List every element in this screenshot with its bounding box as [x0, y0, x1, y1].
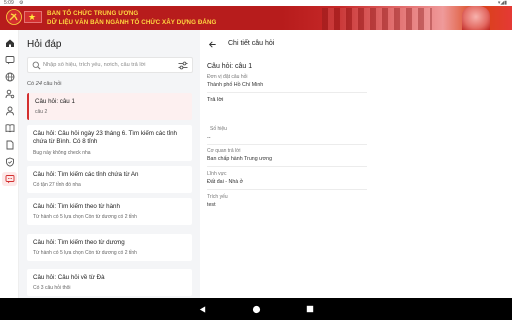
book-icon: [5, 124, 14, 133]
number-label: Số hiệu: [210, 126, 227, 132]
back-button[interactable]: [206, 38, 218, 50]
detail-card: Câu hỏi: câu 1 Đơn vị đặt câu hỏi Thành …: [200, 58, 512, 298]
question-item[interactable]: Câu hỏi: câu 1 câu 2: [27, 93, 192, 120]
divider: [207, 166, 367, 167]
nav-home[interactable]: [2, 36, 17, 50]
header-artwork: [282, 6, 512, 30]
system-nav-bar: [0, 298, 512, 320]
square-recents-icon: [306, 305, 314, 313]
person-settings-icon: [5, 89, 14, 99]
question-subtitle: Có 3 câu hỏi thôi: [33, 285, 71, 291]
nav-recents-button[interactable]: [304, 303, 316, 315]
question-item[interactable]: Câu hỏi: Câu hỏi về từ Đà Có 3 câu hỏi t…: [27, 269, 192, 296]
question-title: Câu hỏi: câu 1: [35, 98, 75, 105]
nav-shield[interactable]: [2, 155, 17, 169]
question-item[interactable]: Câu hỏi: Tìm kiếm các tỉnh chứa từ An Có…: [27, 166, 192, 193]
nav-book[interactable]: [2, 121, 17, 135]
nav-home-button[interactable]: [250, 303, 262, 315]
home-icon: [5, 39, 14, 47]
app-screen: 5:09 ⚙ ▾◢▮ ★ BAN TỔ CHỨC TRUNG ƯƠNG DỮ L…: [0, 0, 512, 320]
question-title: Câu hỏi: Tìm kiếm các tỉnh chứa từ An: [33, 171, 139, 178]
filter-icon[interactable]: [178, 61, 188, 70]
emblem-icon: [6, 9, 22, 25]
question-title: Câu hỏi: Câu hỏi về từ Đà: [33, 274, 105, 281]
divider: [207, 92, 367, 93]
question-detail-panel: Chi tiết câu hỏi Câu hỏi: câu 1 Đơn vị đ…: [200, 30, 512, 298]
unit-value: Thành phố Hồ Chí Minh: [207, 82, 264, 88]
count-value: 24: [35, 81, 42, 87]
field-value: Đất đai - Nhà ở: [207, 179, 244, 185]
search-icon: [32, 61, 41, 70]
chat-icon: [5, 56, 14, 65]
nav-rail: [0, 30, 19, 298]
search-input[interactable]: [43, 59, 175, 71]
nav-person-settings[interactable]: [2, 87, 17, 101]
nav-globe[interactable]: [2, 70, 17, 84]
nav-person[interactable]: [2, 104, 17, 118]
shield-icon: [5, 157, 14, 167]
agency-label: Cơ quan trả lời: [207, 148, 241, 154]
person-icon: [5, 106, 14, 116]
agency-value: Ban chấp hành Trung ương: [207, 156, 273, 162]
unit-label: Đơn vị đặt câu hỏi: [207, 74, 248, 80]
question-subtitle: Từ hành có 5 lựa chọn Còn từ dương có 2 …: [33, 214, 137, 220]
detail-title: Chi tiết câu hỏi: [228, 40, 275, 47]
nav-back-button[interactable]: [196, 303, 208, 315]
field-label: Lĩnh vực: [207, 171, 227, 177]
header-line-1: BAN TỔ CHỨC TRUNG ƯƠNG: [47, 10, 139, 17]
number-value: --: [207, 135, 211, 141]
question-subtitle: Bug này không check nha: [33, 150, 91, 156]
summary-label: Trích yếu: [207, 194, 228, 200]
search-box: [27, 57, 193, 73]
divider: [207, 189, 367, 190]
question-item[interactable]: Câu hỏi: Tìm kiếm theo từ dương Từ hành …: [27, 234, 192, 261]
question-subtitle: câu 2: [35, 109, 48, 115]
circle-home-icon: [252, 305, 260, 313]
count-suffix: câu hỏi: [43, 81, 62, 87]
qa-icon: [5, 175, 14, 184]
arrow-left-icon: [208, 40, 216, 48]
flag-icon: ★: [24, 11, 42, 23]
question-title: Câu hỏi: Câu hỏi ngày 23 tháng 6. Tìm ki…: [33, 130, 177, 145]
question-item[interactable]: Câu hỏi: Câu hỏi ngày 23 tháng 6. Tìm ki…: [27, 125, 192, 161]
summary-value: test: [207, 202, 216, 208]
page-title: Hỏi đáp: [27, 39, 62, 50]
question-list-panel: Hỏi đáp Có 24 câu hỏi Câu hỏi: câu 1 câu…: [19, 30, 200, 298]
question-title: Câu hỏi: Tìm kiếm theo từ dương: [33, 239, 125, 246]
nav-qa[interactable]: [2, 172, 17, 186]
question-item[interactable]: Câu hỏi: Tìm kiếm theo từ hành Từ hành c…: [27, 198, 192, 225]
app-header: ★ BAN TỔ CHỨC TRUNG ƯƠNG DỮ LIỆU VĂN BẢN…: [0, 6, 512, 30]
document-icon: [6, 140, 13, 150]
question-count: Có 24 câu hỏi: [27, 81, 62, 87]
globe-icon: [5, 72, 14, 82]
answer-section-title: Trả lời: [207, 97, 224, 103]
detail-question: Câu hỏi: câu 1: [207, 63, 253, 70]
divider: [207, 144, 367, 145]
question-subtitle: Có tận 27 tỉnh đó nha: [33, 182, 81, 188]
nav-chat[interactable]: [2, 53, 17, 67]
header-line-2: DỮ LIỆU VĂN BẢN NGÀNH TỔ CHỨC XÂY DỰNG Đ…: [47, 19, 217, 26]
count-prefix: Có: [27, 81, 35, 87]
question-subtitle: Từ hành có 5 lựa chọn Còn từ dương có 2 …: [33, 250, 137, 256]
nav-document[interactable]: [2, 138, 17, 152]
triangle-back-icon: [199, 305, 205, 313]
question-title: Câu hỏi: Tìm kiếm theo từ hành: [33, 203, 120, 210]
